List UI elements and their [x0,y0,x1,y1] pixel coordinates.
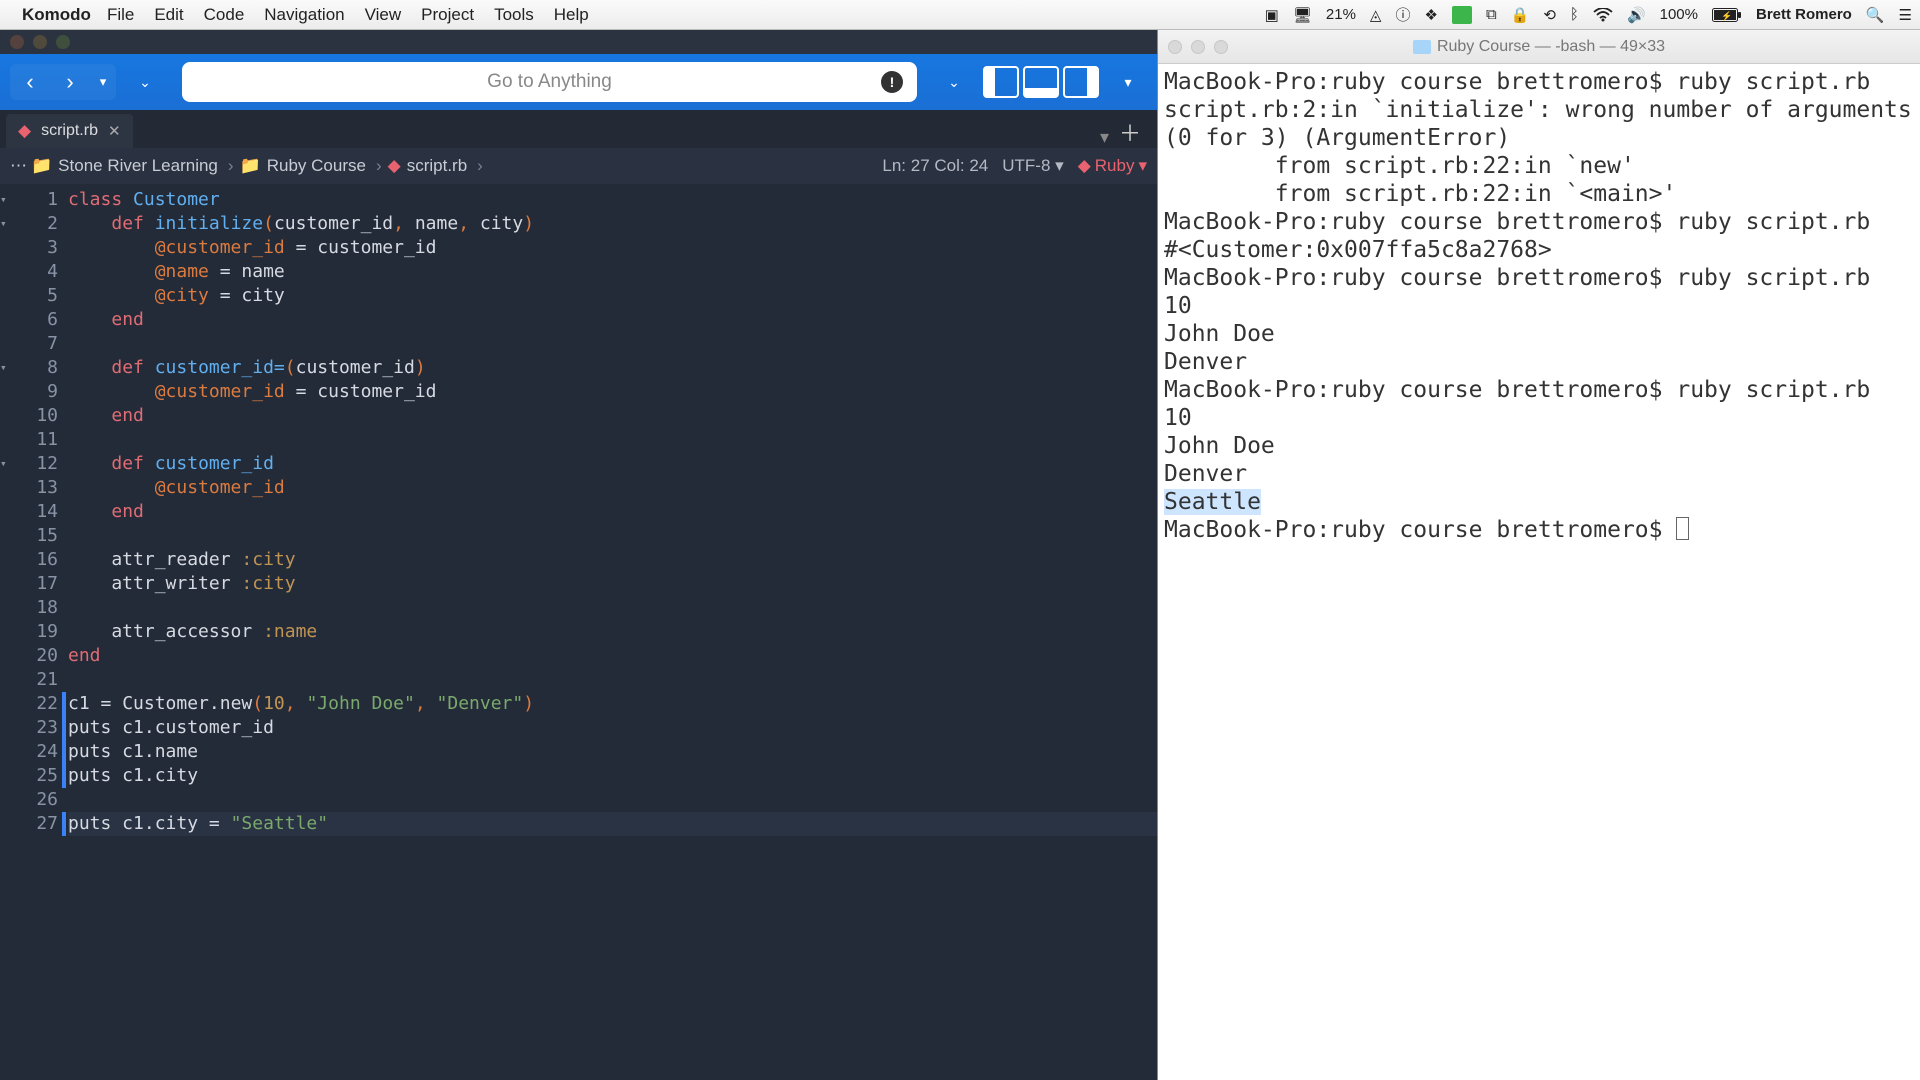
cursor-position: Ln: 27 Col: 24 [882,156,988,176]
fold-gutter[interactable]: ▾▾▾▾ [0,184,22,1080]
go-placeholder: Go to Anything [487,71,612,93]
svg-text:⚡: ⚡ [1721,10,1732,22]
language-selector[interactable]: ◆ Ruby ▾ [1078,156,1147,176]
chevron-right-icon: › [228,156,234,176]
menu-view[interactable]: View [365,5,402,25]
crumb-a[interactable]: 📁Stone River Learning [31,156,218,176]
toolbar-dropdown2-button[interactable]: ⌄ [935,64,973,100]
crumb-b[interactable]: 📁Ruby Course [240,156,366,176]
toolbar-dropdown-button[interactable]: ⌄ [126,64,164,100]
nav-group: ‹ › ▾ [10,64,116,100]
macos-menubar: Komodo File Edit Code Navigation View Pr… [0,0,1920,30]
editor-tabbar: ◆ script.rb ✕ ▾ ＋ [0,110,1157,148]
battery-menu-percent[interactable]: 21% [1326,6,1356,23]
menu-code[interactable]: Code [204,5,245,25]
menu-tools[interactable]: Tools [494,5,534,25]
menu-edit[interactable]: Edit [154,5,183,25]
battery-right-percent[interactable]: 100% [1660,6,1698,23]
editor-titlebar[interactable] [0,30,1157,54]
window-zoom-icon[interactable] [56,35,70,49]
left-pane-button[interactable] [983,66,1019,98]
new-tab-icon[interactable]: ＋ [1119,116,1141,148]
wifi-icon[interactable] [1593,8,1613,22]
menu-navigation[interactable]: Navigation [264,5,344,25]
encoding[interactable]: UTF-8 ▾ [1002,156,1063,176]
crumb-c[interactable]: ◆script.rb [388,156,468,176]
info-icon[interactable]: ⓘ [1395,4,1410,25]
chevron-right-icon: › [477,156,483,176]
tab-menu-icon[interactable]: ▾ [1100,127,1109,148]
window-close-icon[interactable] [10,35,24,49]
menu-project[interactable]: Project [421,5,474,25]
go-bang-icon[interactable]: ! [881,71,903,93]
terminal-body[interactable]: MacBook-Pro:ruby course brettromero$ rub… [1158,64,1920,1080]
menu-icon[interactable]: ☰ [1899,6,1912,24]
term-zoom-icon[interactable] [1214,40,1228,54]
term-minimize-icon[interactable] [1191,40,1205,54]
terminal-window: Ruby Course — -bash — 49×33 MacBook-Pro:… [1157,30,1920,1080]
volume-icon[interactable]: 🔊 [1627,6,1646,24]
nav-back-button[interactable]: ‹ [10,64,50,100]
dropbox-icon[interactable]: ❖ [1424,6,1437,24]
breadcrumb-bar: ⋯ 📁Stone River Learning › 📁Ruby Course ›… [0,148,1157,184]
code-text[interactable]: class Customer def initialize(customer_i… [62,184,1157,1080]
file-tab-script[interactable]: ◆ script.rb ✕ [6,114,133,148]
code-editor[interactable]: ▾▾▾▾ 12345678910111213141516171819202122… [0,184,1157,1080]
editor-toolbar: ‹ › ▾ ⌄ Go to Anything ! ⌄ ▾ [0,54,1157,110]
lock-icon[interactable]: 🔒 [1511,6,1530,24]
window-minimize-icon[interactable] [33,35,47,49]
file-tab-label: script.rb [41,122,98,140]
bluetooth-icon[interactable]: ᛒ [1570,6,1579,23]
go-to-anything-input[interactable]: Go to Anything ! [182,62,917,102]
terminal-titlebar[interactable]: Ruby Course — -bash — 49×33 [1158,30,1920,64]
app-name[interactable]: Komodo [22,5,91,25]
nav-forward-button[interactable]: › [50,64,90,100]
komodo-window: ‹ › ▾ ⌄ Go to Anything ! ⌄ ▾ ◆ script.rb… [0,30,1157,1080]
green-app-icon[interactable] [1452,6,1472,24]
term-close-icon[interactable] [1168,40,1182,54]
pane-toggle-group [983,66,1099,98]
screencast-icon[interactable]: ▣ [1265,6,1279,24]
chevron-right-icon: › [376,156,382,176]
nav-history-button[interactable]: ▾ [90,64,116,100]
line-gutter[interactable]: 1234567891011121314151617181920212223242… [22,184,62,1080]
battery-icon[interactable]: ⚡ [1712,8,1742,22]
gdrive-icon[interactable]: ◬ [1370,6,1382,24]
crumb-root-icon[interactable]: ⋯ [10,156,27,176]
close-tab-icon[interactable]: ✕ [108,122,121,140]
spotlight-icon[interactable]: 🔍 [1866,6,1885,24]
user-name[interactable]: Brett Romero [1756,6,1852,23]
menu-file[interactable]: File [107,5,134,25]
right-pane-button[interactable] [1063,66,1099,98]
bottom-pane-button[interactable] [1023,66,1059,98]
pane-dropdown-button[interactable]: ▾ [1109,64,1147,100]
airplay-icon[interactable]: ⧉ [1486,6,1497,23]
display-icon[interactable]: 🖥 [1293,6,1312,24]
menu-help[interactable]: Help [554,5,589,25]
timemachine-icon[interactable]: ⟲ [1543,6,1556,24]
terminal-title: Ruby Course — -bash — 49×33 [1437,38,1665,56]
folder-icon [1413,40,1431,54]
ruby-file-icon: ◆ [18,121,31,141]
